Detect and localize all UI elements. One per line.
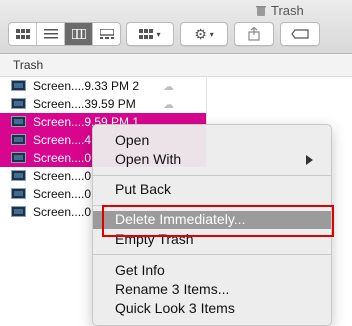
- menu-separator: [93, 254, 331, 255]
- screenshot-file-icon: [11, 116, 26, 127]
- tag-icon: [291, 29, 309, 39]
- grid-icon: [15, 29, 30, 39]
- screenshot-file-icon: [11, 134, 26, 145]
- menu-item-label: Rename 3 Items...: [115, 281, 230, 297]
- menu-item-get-info[interactable]: Get Info: [93, 262, 331, 280]
- file-name: Screen....0: [33, 169, 92, 183]
- file-name: Screen....9.33 PM 2: [33, 79, 140, 93]
- group-icon: [139, 29, 154, 39]
- screenshot-file-icon: [11, 98, 26, 109]
- group-by-button[interactable]: ▾: [126, 22, 174, 46]
- column-header: Trash: [0, 54, 352, 77]
- menu-item-label: Quick Look 3 Items: [115, 300, 235, 316]
- icon-view-button[interactable]: [9, 23, 37, 45]
- tags-button[interactable]: [280, 22, 320, 46]
- column-view-button[interactable]: [65, 23, 93, 45]
- gallery-view-button[interactable]: [93, 23, 120, 45]
- cloud-icon: ☁: [163, 81, 174, 93]
- menu-item-label: Get Info: [115, 262, 165, 278]
- file-name: Screen....39.59 PM: [33, 97, 136, 111]
- menu-item-put-back[interactable]: Put Back: [93, 181, 331, 199]
- action-menu-button[interactable]: ⚙ ▾: [180, 22, 228, 46]
- menu-item-open-with[interactable]: Open With: [93, 151, 331, 169]
- view-mode-segmented[interactable]: [8, 22, 121, 46]
- screenshot-file-icon: [11, 152, 26, 163]
- screenshot-file-icon: [11, 80, 26, 91]
- trash-icon: [256, 5, 266, 16]
- share-button[interactable]: [234, 22, 274, 46]
- cloud-icon: ☁: [163, 99, 174, 111]
- list-item[interactable]: Screen....9.33 PM 2 ☁: [0, 77, 206, 95]
- file-name: Screen....0: [33, 187, 92, 201]
- window-title: Trash: [256, 3, 304, 18]
- annotation-highlight-box: [102, 205, 334, 237]
- chevron-down-icon: ▾: [209, 29, 214, 39]
- menu-item-open[interactable]: Open: [93, 132, 331, 150]
- menu-item-quick-look[interactable]: Quick Look 3 Items: [93, 300, 331, 318]
- menu-item-rename[interactable]: Rename 3 Items...: [93, 281, 331, 299]
- file-name: Screen....4: [33, 133, 92, 147]
- menu-item-label: Open: [115, 132, 150, 148]
- screenshot-file-icon: [11, 170, 26, 181]
- list-icon: [43, 29, 58, 39]
- chevron-down-icon: ▾: [156, 29, 161, 39]
- columns-icon: [71, 29, 86, 39]
- share-icon: [248, 27, 260, 41]
- column-header-label: Trash: [13, 58, 44, 72]
- window-title-text: Trash: [271, 3, 304, 18]
- screenshot-file-icon: [11, 206, 26, 217]
- gear-icon: ⚙: [194, 26, 207, 42]
- file-name: Screen....0: [33, 151, 92, 165]
- list-item[interactable]: Screen....39.59 PM ☁: [0, 95, 206, 113]
- gallery-icon: [99, 29, 114, 39]
- file-name: Screen....0: [33, 205, 92, 219]
- menu-separator: [93, 175, 331, 176]
- screenshot-file-icon: [11, 188, 26, 199]
- toolbar: Trash ▾ ⚙ ▾: [0, 0, 352, 54]
- menu-item-label: Put Back: [115, 181, 172, 197]
- list-view-button[interactable]: [37, 23, 65, 45]
- menu-item-label: Open With: [115, 151, 182, 167]
- submenu-arrow-icon: [306, 155, 313, 165]
